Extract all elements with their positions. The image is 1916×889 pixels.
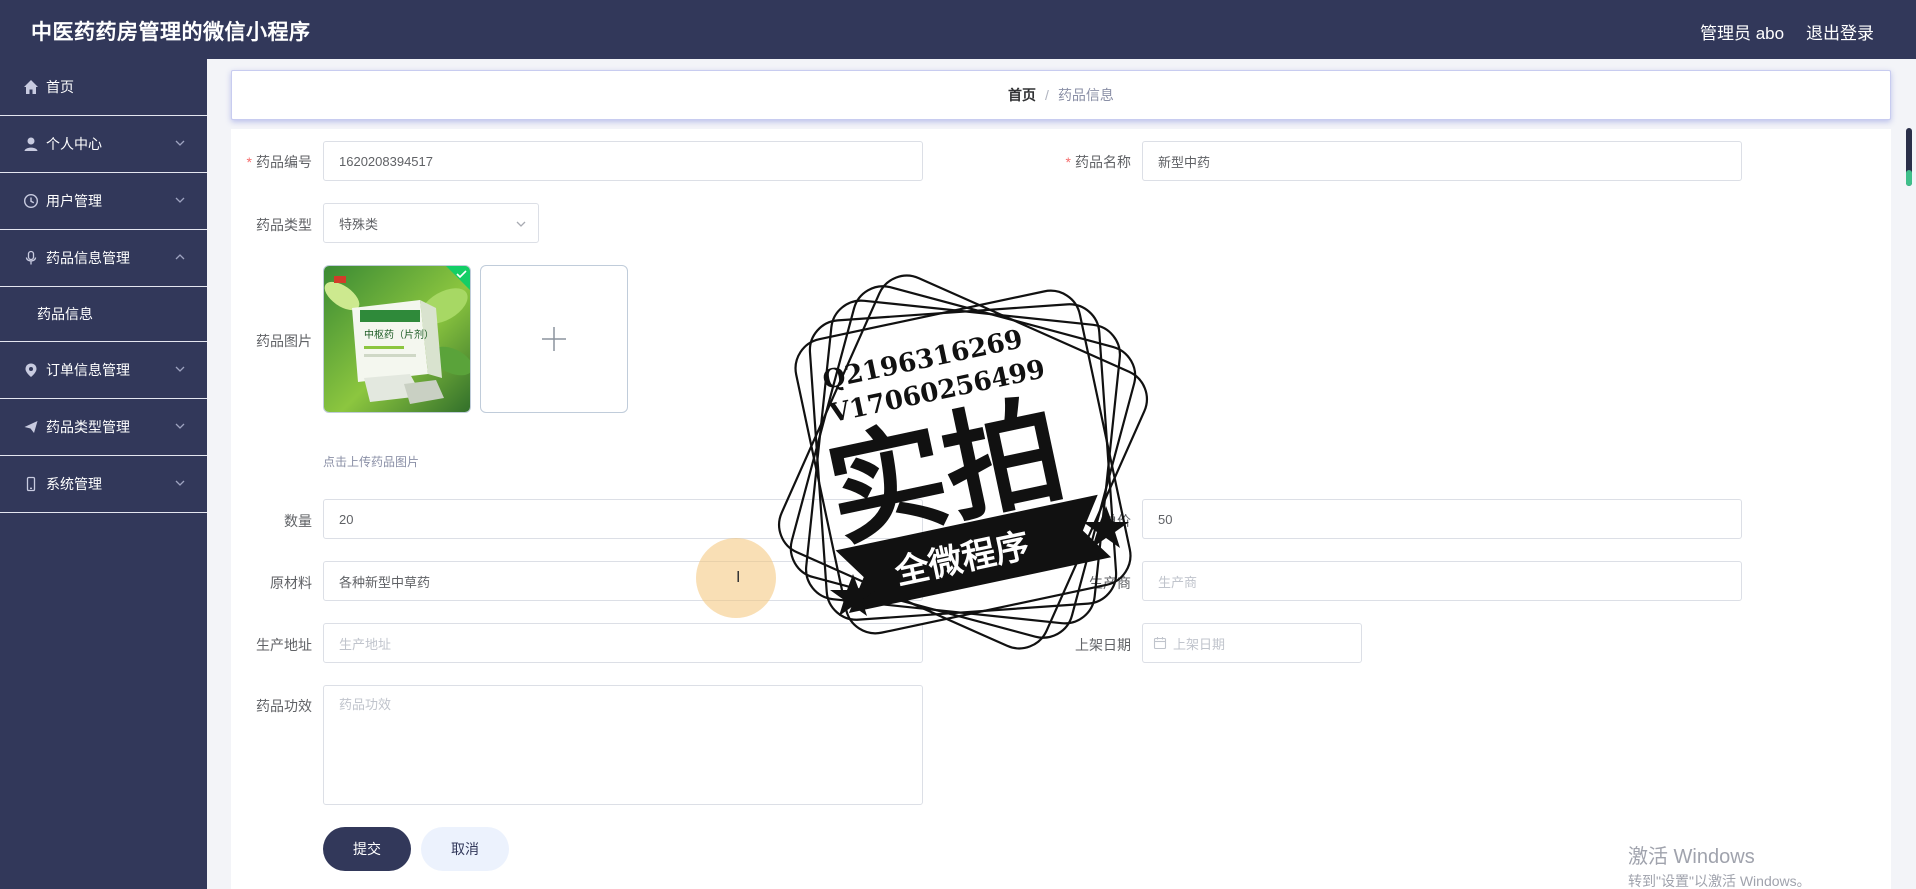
sidebar-item-label: 个人中心 — [46, 136, 102, 152]
chevron-down-icon — [516, 221, 526, 227]
sidebar-item-user-management[interactable]: 用户管理 — [0, 173, 207, 230]
activation-title: 激活 Windows — [1628, 846, 1755, 868]
production-address-input[interactable]: 生产地址 — [323, 623, 923, 663]
sidebar-item-label: 订单信息管理 — [46, 362, 130, 378]
chevron-down-icon — [175, 197, 185, 203]
upload-success-icon — [446, 266, 470, 290]
cancel-button[interactable]: 取消 — [421, 827, 509, 871]
top-bar: 中医药药房管理的微信小程序 管理员 abo 退出登录 — [0, 0, 1916, 59]
chevron-up-icon — [175, 254, 185, 260]
drug-code-input[interactable]: 1620208394517 — [323, 141, 923, 181]
user-icon — [22, 135, 40, 153]
thumbnail-product-title: 中枢药（片剂） — [364, 328, 434, 341]
chevron-down-icon — [175, 423, 185, 429]
drug-type-label: 药品类型 — [256, 217, 312, 233]
app-title: 中医药药房管理的微信小程序 — [31, 21, 311, 44]
price-input[interactable]: 50 — [1142, 499, 1742, 539]
raw-material-label: 原材料 — [270, 575, 312, 591]
sidebar-item-order-management[interactable]: 订单信息管理 — [0, 342, 207, 399]
drug-effect-label: 药品功效 — [256, 698, 312, 714]
sidebar-item-label: 首页 — [46, 79, 74, 95]
submit-button[interactable]: 提交 — [323, 827, 411, 871]
chevron-down-icon — [175, 366, 185, 372]
upload-tip: 点击上传药品图片 — [323, 455, 420, 469]
microphone-icon — [22, 249, 40, 267]
drug-code-label: * 药品编号 — [246, 154, 312, 170]
sidebar-item-label: 系统管理 — [46, 476, 102, 492]
drug-type-value: 特殊类 — [339, 216, 379, 232]
breadcrumb-current: 药品信息 — [1057, 87, 1114, 103]
production-address-label: 生产地址 — [256, 637, 312, 653]
sidebar-item-label: 药品类型管理 — [46, 419, 130, 435]
shelf-date-picker[interactable]: 上架日期 — [1142, 623, 1362, 663]
send-icon — [22, 418, 40, 436]
sidebar-item-label: 用户管理 — [46, 193, 102, 209]
drug-image-thumbnail[interactable]: 中枢药（片剂） — [323, 265, 471, 413]
calendar-icon — [1153, 637, 1167, 650]
sidebar-item-personal-center[interactable]: 个人中心 — [0, 116, 207, 173]
quantity-label: 数量 — [284, 513, 312, 529]
breadcrumb-home[interactable]: 首页 — [1008, 85, 1036, 105]
chevron-down-icon — [175, 140, 185, 146]
current-user: 管理员 abo — [1700, 24, 1785, 43]
upload-image-button[interactable] — [480, 265, 628, 413]
clock-icon — [22, 192, 40, 210]
drug-type-select[interactable]: 特殊类 — [323, 203, 539, 243]
windows-activation-notice: 激活 Windows 转到"设置"以激活 Windows。 — [1628, 840, 1811, 889]
home-icon — [22, 78, 40, 96]
drug-name-input[interactable]: 新型中药 — [1142, 141, 1742, 181]
sidebar-item-home[interactable]: 首页 — [0, 59, 207, 116]
logout-button[interactable]: 退出登录 — [1806, 19, 1874, 44]
location-icon — [22, 361, 40, 379]
raw-material-input[interactable]: 各种新型中草药 — [323, 561, 923, 601]
shelf-date-placeholder: 上架日期 — [1173, 636, 1226, 652]
manufacturer-input[interactable]: 生产商 — [1142, 561, 1742, 601]
sidebar-item-system-management[interactable]: 系统管理 — [0, 456, 207, 513]
phone-icon — [22, 475, 40, 493]
drug-name-label: * 药品名称 — [1065, 154, 1131, 170]
drug-effect-textarea[interactable]: 药品功效 — [323, 685, 923, 805]
breadcrumb-separator: / — [1045, 87, 1049, 103]
sidebar-subitem-drug-info[interactable]: 药品信息 — [0, 287, 207, 342]
drug-image-label: 药品图片 — [256, 333, 312, 349]
activation-hint: 转到"设置"以激活 Windows。 — [1628, 873, 1811, 889]
shelf-date-label: 上架日期 — [1075, 637, 1131, 653]
chevron-down-icon — [175, 480, 185, 486]
text-cursor-icon: I — [736, 569, 741, 586]
sidebar-item-label: 药品信息管理 — [46, 250, 130, 266]
sidebar-item-drug-info-management[interactable]: 药品信息管理 — [0, 230, 207, 287]
quantity-input[interactable]: 20 — [323, 499, 923, 539]
scrollbar-accent — [1906, 170, 1912, 186]
sidebar: 首页 个人中心 用户管理 药品信息管理 药品信息 订单信息管理 药品类型管理 系… — [0, 59, 207, 889]
breadcrumb: 首页 / 药品信息 — [231, 70, 1891, 120]
price-label: 单价 — [1103, 513, 1131, 529]
sidebar-item-drug-type-management[interactable]: 药品类型管理 — [0, 399, 207, 456]
manufacturer-label: 生产商 — [1089, 575, 1131, 591]
plus-icon — [542, 327, 566, 351]
